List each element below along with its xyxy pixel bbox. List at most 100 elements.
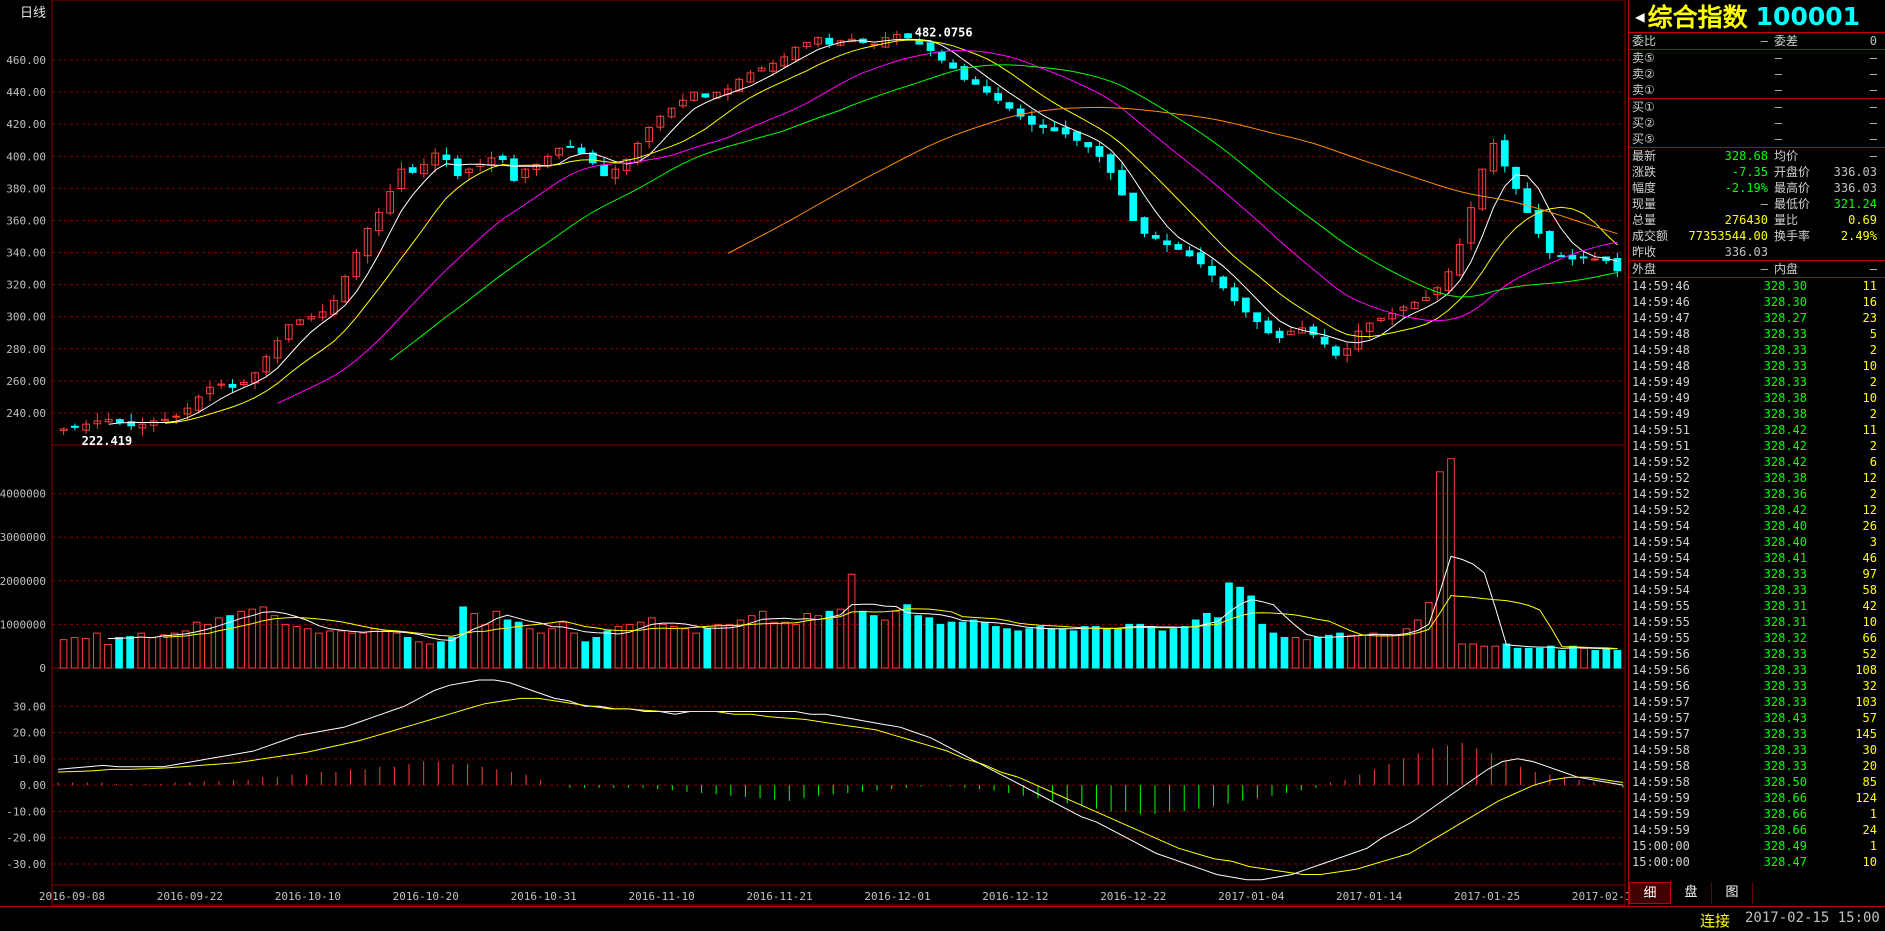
tick-row[interactable]: 14:59:46 328.30 16 [1629,294,1885,310]
volume-bar-down [1180,626,1189,669]
candle-down [1151,235,1160,239]
macd-tick-label: 30.00 [13,700,46,713]
price-tick-label: 340.00 [6,247,46,260]
candle-down [1005,102,1014,109]
tick-row[interactable]: 14:59:59 328.66 24 [1629,822,1885,838]
tick-volume: 10 [1862,359,1877,373]
tick-row[interactable]: 14:59:56 328.33 32 [1629,678,1885,694]
tick-row[interactable]: 14:59:57 328.43 57 [1629,710,1885,726]
candle-down [1241,297,1250,313]
stat-label [1774,244,1824,260]
tick-row[interactable]: 14:59:57 328.33 103 [1629,694,1885,710]
tick-row[interactable]: 14:59:56 328.33 108 [1629,662,1885,678]
tick-row[interactable]: 14:59:58 328.50 85 [1629,774,1885,790]
tick-row[interactable]: 14:59:49 328.38 10 [1629,390,1885,406]
tick-price: 328.66 [1763,791,1807,805]
tick-time: 14:59:48 [1632,343,1690,357]
neipan-value: — [1869,262,1877,276]
buy-volume: — [1869,132,1877,146]
tick-row[interactable]: 14:59:57 328.33 145 [1629,726,1885,742]
tick-time: 14:59:59 [1632,807,1690,821]
tick-row[interactable]: 14:59:48 328.33 2 [1629,342,1885,358]
tick-price: 328.42 [1763,439,1807,453]
tick-row[interactable]: 14:59:59 328.66 1 [1629,806,1885,822]
volume-bar-down [403,636,412,669]
volume-bar-down [1058,628,1067,669]
tick-row[interactable]: 14:59:52 328.36 2 [1629,486,1885,502]
tick-row[interactable]: 15:00:00 328.47 10 [1629,854,1885,870]
tick-volume: 97 [1862,567,1877,581]
tick-row[interactable]: 14:59:54 328.33 58 [1629,582,1885,598]
stat-row: 成交额 77353544.00 换手率 2.49% [1629,228,1885,244]
tick-row[interactable]: 14:59:46 328.30 11 [1629,278,1885,294]
weicha-label: 委差 [1774,34,1799,48]
tick-row[interactable]: 14:59:54 328.40 3 [1629,534,1885,550]
tick-list[interactable]: 14:59:46 328.30 11 14:59:46 328.30 16 14:59:47… [1629,278,1885,870]
macd-dea-line [57,697,1624,875]
prev-stock-icon[interactable]: ◀ [1635,7,1645,26]
tick-row[interactable]: 14:59:52 328.42 12 [1629,502,1885,518]
tick-row[interactable]: 14:59:54 328.33 97 [1629,566,1885,582]
tick-volume: 103 [1855,695,1877,709]
tick-row[interactable]: 14:59:55 328.32 66 [1629,630,1885,646]
tick-volume: 124 [1855,791,1877,805]
tick-row[interactable]: 14:59:55 328.31 10 [1629,614,1885,630]
candle-down [1219,276,1228,289]
kline-chart-area[interactable]: 日线 460.00 440.00 420.00 400.00 380.00 360.00 3… [0,0,1628,906]
macd-tick-label: 10.00 [13,753,46,766]
volume-bar-down [958,621,967,669]
candle-up [172,415,181,418]
stat-value [1824,244,1877,260]
tick-price: 328.38 [1763,391,1807,405]
volume-bar-down [1069,630,1078,669]
connection-status[interactable]: 连接 [1700,910,1730,931]
quote-tabs: 细 盘 图 [1629,882,1753,904]
price-tick-label: 460.00 [6,54,46,67]
volume-tick-label: 3000000 [0,531,46,544]
candle-down [1185,250,1194,257]
volume-bar-down [448,636,456,669]
stat-label: 总量 [1632,213,1657,227]
volume-bar-up [315,632,323,669]
tick-row[interactable]: 14:59:48 328.33 10 [1629,358,1885,374]
quote-panel: ◀ 综合指数 100001 委比 — 委差 0 卖⑤ — — 卖② — — 卖① — — 买① —… [1628,0,1885,906]
date-tick-label: 2016-10-31 [511,890,577,903]
volume-bar-down [1247,595,1256,669]
tab-orderbook[interactable]: 盘 [1671,882,1712,904]
tick-row[interactable]: 14:59:49 328.38 2 [1629,406,1885,422]
volume-bar-up [614,626,623,669]
weibi-value: — [1760,34,1768,48]
tick-price: 328.38 [1763,471,1807,485]
price-tick-label: 400.00 [6,150,46,163]
tick-row[interactable]: 14:59:55 328.31 42 [1629,598,1885,614]
tick-row[interactable]: 14:59:59 328.66 124 [1629,790,1885,806]
tick-row[interactable]: 14:59:58 328.33 20 [1629,758,1885,774]
volume-bar-up [59,639,68,669]
tick-row[interactable]: 14:59:51 328.42 11 [1629,422,1885,438]
tick-row[interactable]: 14:59:51 328.42 2 [1629,438,1885,454]
macd-tick-label: -30.00 [6,858,46,871]
tick-row[interactable]: 14:59:48 328.33 5 [1629,326,1885,342]
tick-volume: 52 [1862,647,1877,661]
tick-row[interactable]: 14:59:52 328.38 12 [1629,470,1885,486]
volume-bar-down [1558,650,1566,669]
volume-bar-down [1569,645,1577,669]
tick-row[interactable]: 14:59:52 328.42 6 [1629,454,1885,470]
tick-row[interactable]: 14:59:47 328.27 23 [1629,310,1885,326]
tick-row[interactable]: 14:59:56 328.33 52 [1629,646,1885,662]
tick-price: 328.33 [1763,327,1807,341]
tick-row[interactable]: 15:00:00 328.49 1 [1629,838,1885,854]
volume-bar-up [237,610,245,669]
volume-bar-down [980,621,989,669]
tab-chart[interactable]: 图 [1712,882,1753,904]
tick-row[interactable]: 14:59:54 328.41 46 [1629,550,1885,566]
stat-row: 总量 276430 量比 0.69 [1629,212,1885,228]
tick-row[interactable]: 14:59:49 328.33 2 [1629,374,1885,390]
chart-svg[interactable]: 460.00 440.00 420.00 400.00 380.00 360.00 340.… [0,0,1628,906]
buy-label: 买⑤ [1632,132,1655,146]
tab-detail[interactable]: 细 [1629,882,1671,904]
tick-row[interactable]: 14:59:58 328.33 30 [1629,742,1885,758]
tick-row[interactable]: 14:59:54 328.40 26 [1629,518,1885,534]
tick-volume: 12 [1862,471,1877,485]
tick-price: 328.43 [1763,711,1807,725]
